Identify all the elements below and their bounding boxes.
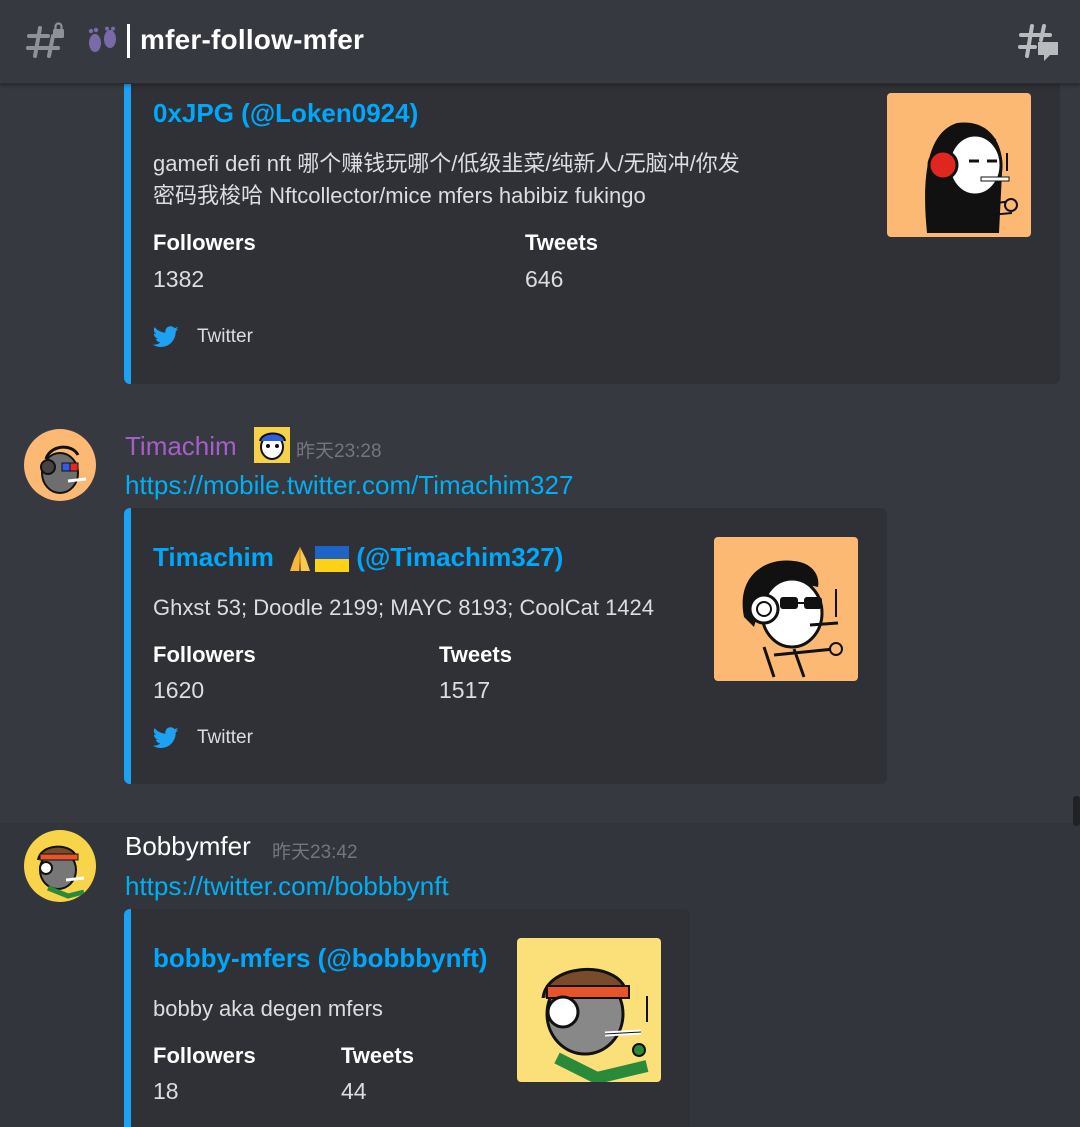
twitter-bird-icon <box>153 326 179 347</box>
avatar[interactable] <box>24 429 96 501</box>
message-timestamp: 昨天23:42 <box>272 842 358 863</box>
user-badge-icon <box>254 427 290 463</box>
followers-value: 1382 <box>153 266 205 292</box>
message-list: 0xJPG (@Loken0924) gamefi defi nft 哪个赚钱玩… <box>0 84 1080 1127</box>
message-link[interactable]: https://twitter.com/bobbbynft <box>125 871 449 902</box>
followers-value: 1620 <box>153 677 205 703</box>
tweets-value: 1517 <box>439 677 491 703</box>
footer-text: Twitter <box>197 727 253 748</box>
threads-icon[interactable] <box>1018 22 1060 62</box>
embed-thumbnail[interactable] <box>517 938 661 1082</box>
embed-description: bobby aka degen mfers <box>153 996 383 1021</box>
twitter-bird-icon <box>153 727 179 748</box>
ukraine-flag-emoji <box>315 546 350 573</box>
folded-hands-emoji <box>290 547 311 572</box>
scrollbar-thumb[interactable] <box>1073 796 1080 826</box>
embed-title[interactable]: 0xJPG (@Loken0924) <box>153 98 418 129</box>
footprints-icon <box>88 26 116 52</box>
embed-description: Ghxst 53; Doodle 2199; MAYC 8193; CoolCa… <box>153 595 655 620</box>
tweets-label: Tweets <box>341 1043 414 1068</box>
embed-thumbnail[interactable] <box>887 93 1031 237</box>
message-link[interactable]: https://mobile.twitter.com/Timachim327 <box>125 470 573 501</box>
followers-value: 18 <box>153 1078 179 1104</box>
tweets-value: 646 <box>525 266 564 292</box>
username[interactable]: Timachim <box>125 431 237 462</box>
followers-label: Followers <box>153 230 256 255</box>
message-timestamp: 昨天23:28 <box>296 441 382 462</box>
channel-name: mfer-follow-mfer <box>140 24 365 55</box>
twitter-embed: bobby-mfers (@bobbbynft) bobby aka degen… <box>124 909 690 1127</box>
channel-header: mfer-follow-mfer <box>0 0 1080 84</box>
followers-label: Followers <box>153 642 256 667</box>
avatar[interactable] <box>24 830 96 902</box>
twitter-embed: 0xJPG (@Loken0924) gamefi defi nft 哪个赚钱玩… <box>124 84 1060 384</box>
embed-footer: Twitter <box>153 723 253 753</box>
tweets-label: Tweets <box>439 642 512 667</box>
embed-thumbnail[interactable] <box>714 537 858 681</box>
tweets-label: Tweets <box>525 230 598 255</box>
embed-description: gamefi defi nft 哪个赚钱玩哪个/低级韭菜/纯新人/无脑冲/你发 … <box>153 151 740 208</box>
username[interactable]: Bobbymfer <box>125 831 251 862</box>
embed-title[interactable]: Timachim (@Timachim327) <box>153 542 563 574</box>
mfer-avatar-image <box>714 537 858 681</box>
mfer-avatar-image <box>517 938 661 1082</box>
mfer-avatar-image <box>887 93 1031 237</box>
tweets-value: 44 <box>341 1078 367 1104</box>
followers-label: Followers <box>153 1043 256 1068</box>
embed-footer: Twitter <box>153 322 253 352</box>
embed-title[interactable]: bobby-mfers (@bobbbynft) <box>153 943 487 974</box>
twitter-embed: Timachim (@Timachim327) Ghxst 53; Doodle… <box>124 508 887 784</box>
title-divider <box>127 24 130 58</box>
footer-text: Twitter <box>197 326 253 347</box>
hash-lock-icon <box>26 22 64 58</box>
